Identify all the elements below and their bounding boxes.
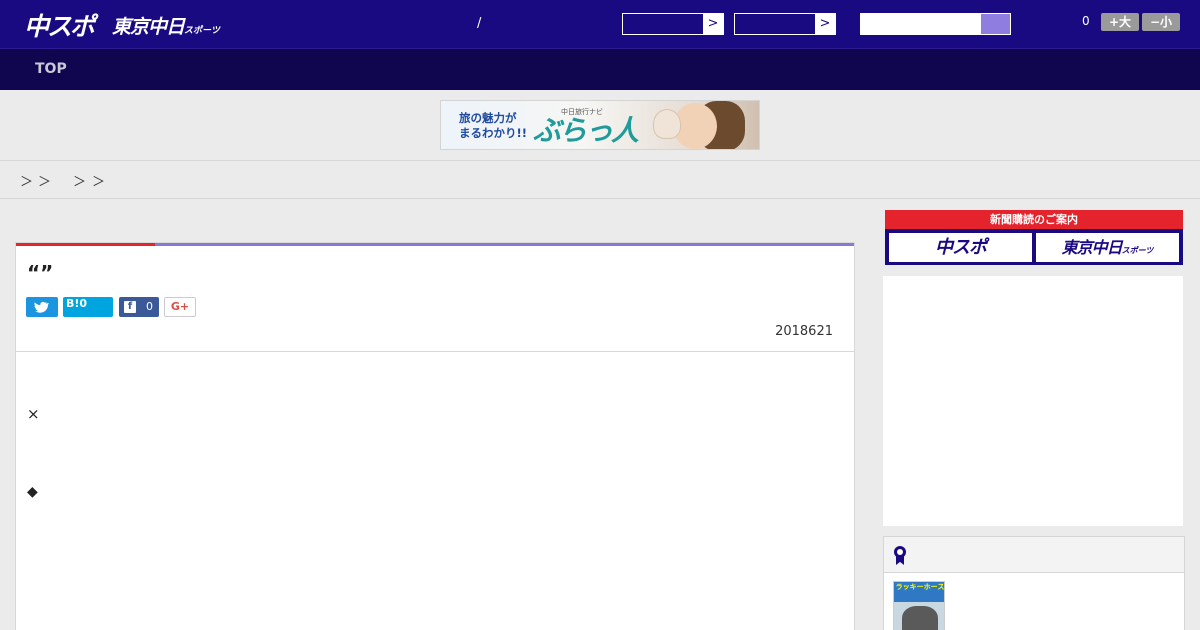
subscription-box: 新聞購読のご案内 中スポ 東京中日スポーツ xyxy=(885,210,1183,265)
chuspo-logo[interactable]: 中スポ xyxy=(24,7,95,43)
tokyo-chunichi-logo[interactable]: 東京中日スポーツ xyxy=(112,12,220,39)
sidebar-ad[interactable] xyxy=(883,276,1183,526)
ranking-box: ラッキーホース xyxy=(883,536,1185,630)
counter: 0 xyxy=(1082,14,1090,28)
thumbnail-title: ラッキーホース xyxy=(894,582,944,602)
header-bar: 中スポ 東京中日スポーツ / > > 0 +大 −小 xyxy=(0,0,1200,48)
subscribe-tokyo-chunichi-label: 東京中日 xyxy=(1061,238,1123,257)
article-card: “” B!0 f 0 G+ 2018621 × ◆ xyxy=(15,242,855,630)
banner-photo-shell xyxy=(653,109,681,139)
search-input[interactable] xyxy=(861,14,981,35)
hatena-icon: B! xyxy=(66,297,80,310)
twitter-icon xyxy=(34,301,50,313)
body-text: ◆ xyxy=(27,484,38,500)
font-larger-button[interactable]: +大 xyxy=(1101,13,1139,31)
ranking-thumbnail[interactable]: ラッキーホース xyxy=(893,581,945,630)
facebook-count: 0 xyxy=(146,300,153,313)
font-smaller-button[interactable]: −小 xyxy=(1142,13,1180,31)
search-button[interactable] xyxy=(981,14,1010,34)
hatena-bookmark-button[interactable]: B!0 xyxy=(63,297,113,317)
ranking-header xyxy=(884,537,1184,573)
banner-tagline-line2: まるわかり!! xyxy=(459,126,527,140)
nav-item-top[interactable]: TOP xyxy=(35,61,67,77)
medal-icon xyxy=(894,546,906,565)
thumbnail-horse-image xyxy=(902,606,938,630)
google-plus-button[interactable]: G+ xyxy=(164,297,196,317)
body-text: × xyxy=(27,405,40,423)
article-accent-red xyxy=(16,243,155,246)
twitter-share-button[interactable] xyxy=(26,297,58,317)
divider xyxy=(0,160,1200,161)
article-date: 2018621 xyxy=(775,324,833,339)
tokyo-chunichi-logo-text: 東京中日 xyxy=(112,16,185,38)
breadcrumb-separator: ＞ xyxy=(73,175,87,190)
chevron-right-icon: > xyxy=(703,14,723,34)
category-select-2[interactable]: > xyxy=(734,13,836,35)
breadcrumb-separator: ＞ xyxy=(92,175,106,190)
subscribe-tokyo-chunichi-button[interactable]: 東京中日スポーツ xyxy=(1036,233,1179,262)
header-slash: / xyxy=(477,16,482,31)
search-box xyxy=(860,13,1011,35)
subscription-header: 新聞購読のご案内 xyxy=(885,210,1183,229)
main-nav: TOP xyxy=(0,48,1200,90)
banner-tagline-line1: 旅の魅力が xyxy=(459,111,517,125)
article-accent-purple xyxy=(155,243,854,246)
breadcrumb-separator: ＞ xyxy=(38,175,52,190)
divider xyxy=(16,351,854,352)
banner-tagline: 旅の魅力が まるわかり!! xyxy=(459,111,527,141)
breadcrumb-separator: ＞ xyxy=(20,175,34,190)
chevron-right-icon: > xyxy=(815,14,835,34)
facebook-share-button[interactable]: f 0 xyxy=(119,297,159,317)
article-title: “” xyxy=(27,261,54,285)
subscribe-chuspo-button[interactable]: 中スポ xyxy=(889,233,1032,262)
tokyo-chunichi-logo-small: スポーツ xyxy=(184,26,220,36)
subscribe-tokyo-chunichi-small: スポーツ xyxy=(1121,246,1154,255)
category-select-1[interactable]: > xyxy=(622,13,724,35)
hatena-count: 0 xyxy=(79,297,88,310)
facebook-icon: f xyxy=(124,301,136,313)
ad-banner[interactable]: 旅の魅力が まるわかり!! 中日旅行ナビ ぶらっ人 xyxy=(440,100,760,150)
divider xyxy=(0,198,1200,199)
banner-brand: ぶらっ人 xyxy=(533,114,639,147)
